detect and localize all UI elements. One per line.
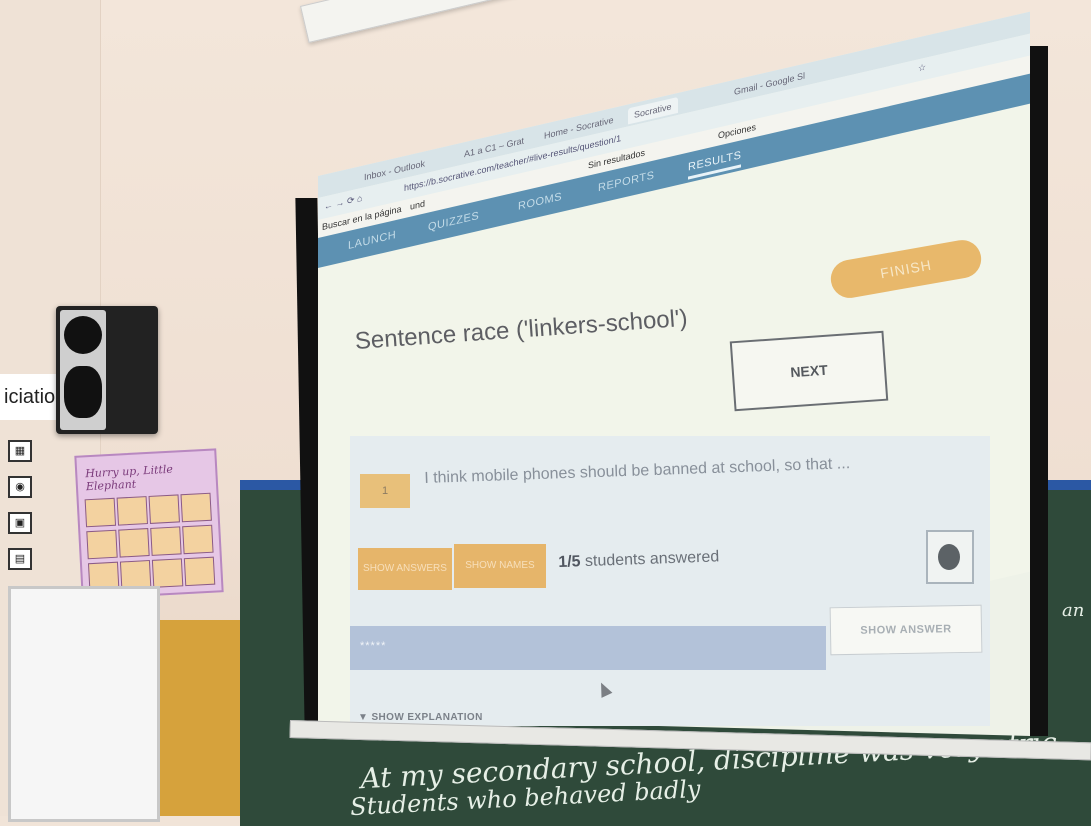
icon-cards: ▦ ◉ ▣ ▤ <box>8 440 38 584</box>
nav-quizzes[interactable]: QUIZZES <box>428 210 479 234</box>
masked-answer: ***** <box>360 640 387 652</box>
answered-status: 1/5 students answered <box>558 548 720 572</box>
card-icon: ▦ <box>8 440 32 462</box>
nav-results[interactable]: RESULTS <box>688 149 742 180</box>
show-explanation-toggle[interactable]: ▼ SHOW EXPLANATION <box>358 712 483 723</box>
question-panel: 1 I think mobile phones should be banned… <box>350 436 990 726</box>
speaker-tweeter <box>64 316 102 354</box>
poster-title: Hurry up, Little Elephant <box>84 462 174 494</box>
answered-suffix: students answered <box>584 548 720 571</box>
nav-reports[interactable]: REPORTS <box>598 169 654 194</box>
card-icon: ▤ <box>8 548 32 570</box>
poster-panels <box>84 492 222 592</box>
nav-rooms[interactable]: ROOMS <box>518 191 562 213</box>
wall-sign: iciation <box>0 374 66 420</box>
star-icon[interactable]: ☆ <box>918 62 926 75</box>
find-input[interactable]: und <box>410 198 425 211</box>
show-answer-button[interactable]: SHOW ANSWER <box>829 604 983 656</box>
chalk-text-edge: an <box>1062 600 1085 621</box>
next-button[interactable]: NEXT <box>729 330 889 412</box>
card-icon: ▣ <box>8 512 32 534</box>
nav-launch[interactable]: LAUNCH <box>348 229 396 252</box>
answer-bar: ***** <box>350 626 826 670</box>
mouse-cursor-icon <box>595 680 613 698</box>
pie-chart-icon[interactable] <box>926 530 974 584</box>
show-answers-button[interactable]: SHOW ANSWERS <box>358 548 452 590</box>
question-number-badge: 1 <box>360 474 410 508</box>
nav-arrows-icon[interactable]: ← → ⟳ ⌂ <box>324 193 362 213</box>
whiteboard <box>8 586 160 822</box>
question-text: I think mobile phones should be banned a… <box>424 455 851 487</box>
show-names-button[interactable]: SHOW NAMES <box>454 544 546 588</box>
card-icon: ◉ <box>8 476 32 498</box>
storybook-poster: Hurry up, Little Elephant <box>74 448 224 600</box>
answered-count: 1/5 <box>558 553 581 571</box>
speaker-woofer <box>64 366 102 418</box>
wall-speaker <box>56 306 158 434</box>
